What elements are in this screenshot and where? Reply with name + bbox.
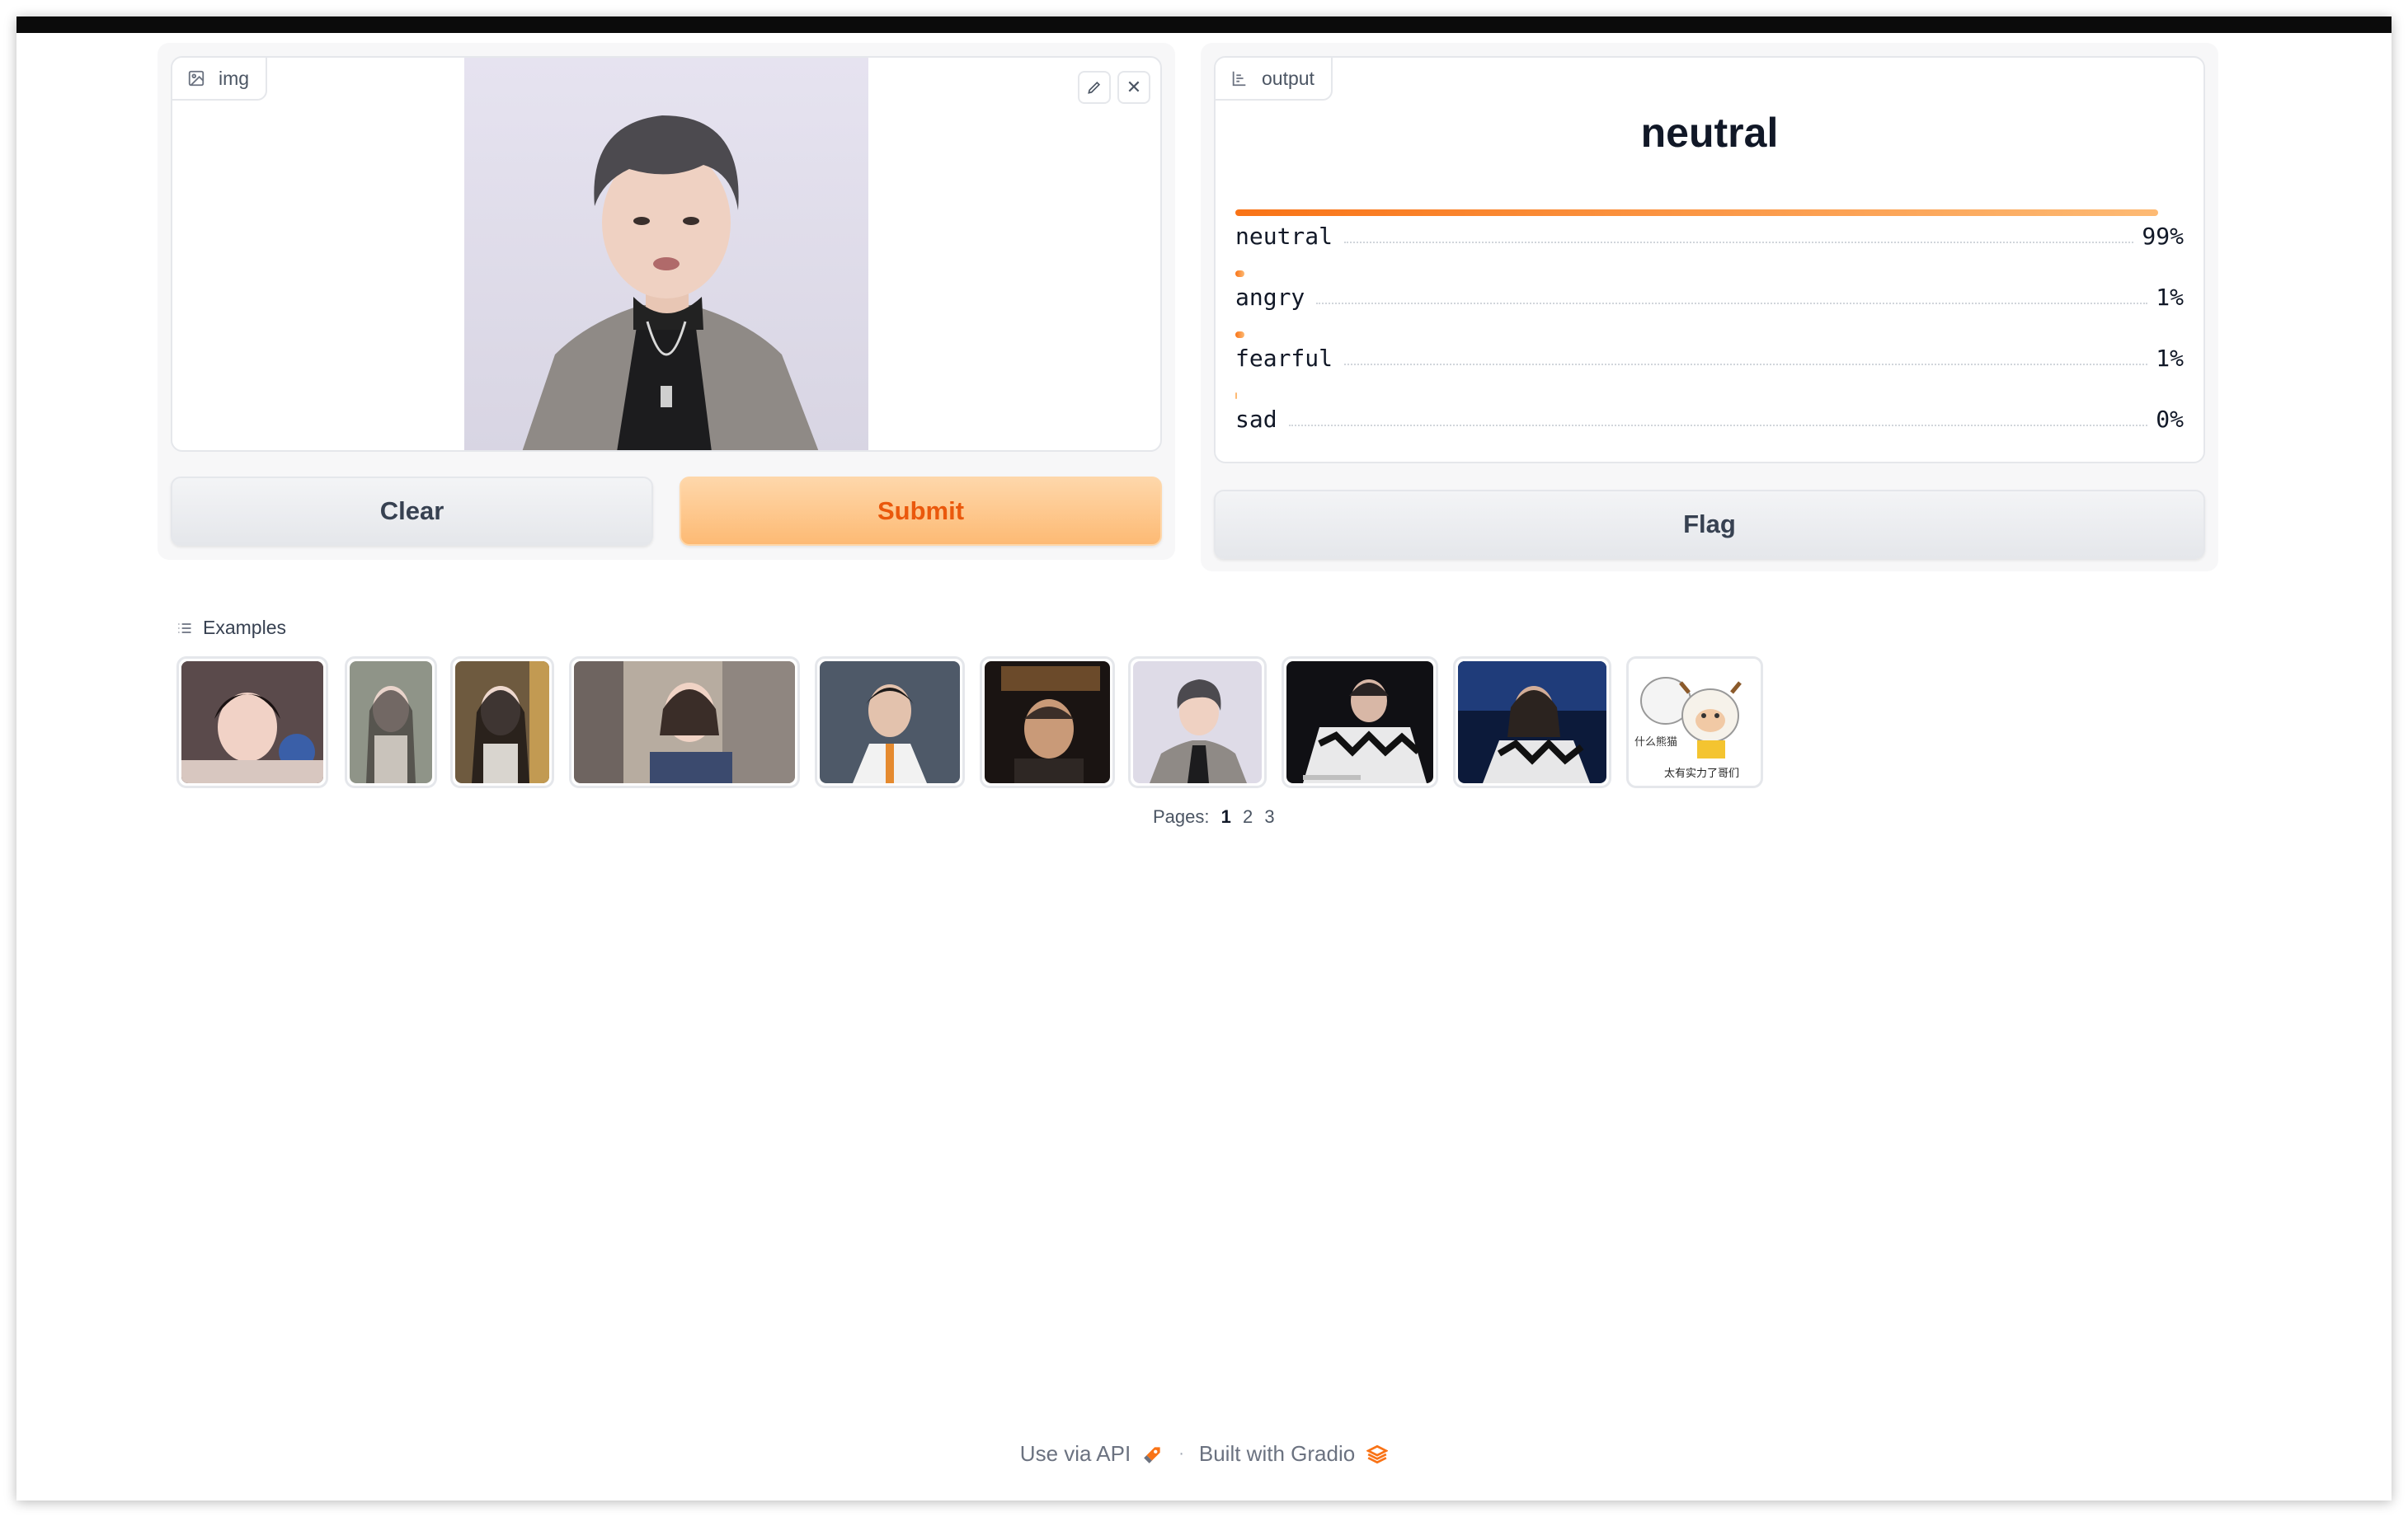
confidence-item: sad 0% — [1235, 392, 2184, 453]
built-with-gradio-link[interactable]: Built with Gradio — [1198, 1441, 1389, 1467]
built-with-gradio-text: Built with Gradio — [1198, 1441, 1356, 1466]
image-input[interactable]: img ✕ — [171, 56, 1162, 452]
pencil-icon — [1088, 81, 1101, 94]
confidence-label: sad — [1235, 406, 1277, 433]
confidence-list: neutral 99% angry 1% fearful 1% sad 0% — [1235, 209, 2184, 453]
remove-image-button[interactable]: ✕ — [1117, 71, 1150, 104]
output-label: output — [1216, 58, 1333, 101]
page-link-2[interactable]: 2 — [1243, 806, 1253, 827]
example-thumbnail[interactable] — [450, 656, 554, 788]
confidence-row: neutral 99% — [1235, 223, 2184, 250]
image-icon — [188, 70, 205, 87]
clear-button[interactable]: Clear — [171, 477, 653, 546]
output-panel: output neutral neutral 99% angry 1% fearful 1… — [1201, 43, 2218, 571]
examples-heading-text: Examples — [203, 617, 286, 638]
confidence-value: 0% — [2156, 406, 2184, 433]
close-icon: ✕ — [1126, 77, 1142, 97]
confidence-row: sad 0% — [1235, 406, 2184, 433]
window-top-bar — [16, 16, 2392, 33]
example-thumbnail[interactable] — [1282, 656, 1438, 788]
example-thumbnail[interactable] — [176, 656, 328, 788]
output-label-text: output — [1262, 67, 1315, 89]
predicted-label: neutral — [1640, 110, 1779, 156]
confidence-bar — [1235, 331, 1245, 338]
confidence-row: fearful 1% — [1235, 345, 2184, 372]
edit-image-button[interactable] — [1078, 71, 1111, 104]
dotted-leader — [1344, 364, 2148, 365]
label-chart-icon — [1232, 71, 1246, 87]
meme-bottom-caption: 太有实力了哥们 — [1664, 768, 1739, 780]
list-icon — [178, 622, 191, 633]
confidence-row: angry 1% — [1235, 284, 2184, 311]
confidence-bar — [1235, 270, 1245, 277]
image-input-label: img — [172, 58, 268, 101]
use-via-api-text: Use via API — [1019, 1441, 1131, 1466]
image-input-label-text: img — [219, 67, 250, 89]
example-thumbnail[interactable] — [1128, 656, 1267, 788]
input-panel: img ✕ Clear Submit — [158, 43, 1175, 560]
use-via-api-link[interactable]: Use via API — [1020, 1441, 1164, 1467]
pages-label: Pages: — [1153, 806, 1210, 827]
meme-top-caption: 什么熊猫 — [1634, 735, 1677, 749]
confidence-value: 1% — [2156, 284, 2184, 311]
confidence-item: fearful 1% — [1235, 331, 2184, 392]
confidence-item: angry 1% — [1235, 270, 2184, 331]
confidence-bar — [1235, 392, 1237, 399]
page-link-3[interactable]: 3 — [1264, 806, 1274, 827]
uploaded-image — [464, 58, 868, 450]
example-thumbnail[interactable] — [569, 656, 800, 788]
example-thumbnail[interactable] — [980, 656, 1115, 788]
confidence-value: 99% — [2142, 223, 2184, 250]
confidence-label: fearful — [1235, 345, 1333, 372]
footer: Use via API · Built with Gradio — [0, 1441, 2408, 1467]
confidence-label: neutral — [1235, 223, 1333, 250]
example-thumbnail[interactable] — [1453, 656, 1611, 788]
confidence-bar — [1235, 209, 2158, 216]
rocket-icon — [1144, 1446, 1160, 1463]
gradio-logo-icon — [1366, 1444, 1389, 1463]
dotted-leader — [1316, 303, 2148, 304]
confidence-value: 1% — [2156, 345, 2184, 372]
examples-heading: Examples — [176, 617, 286, 639]
dotted-leader — [1344, 242, 2134, 243]
example-thumbnail[interactable] — [345, 656, 437, 788]
page-link-1[interactable]: 1 — [1221, 806, 1231, 827]
example-thumbnail[interactable]: 什么熊猫 太有实力了哥们 — [1626, 656, 1763, 788]
label-output: output neutral neutral 99% angry 1% fearful 1… — [1214, 56, 2205, 463]
flag-button[interactable]: Flag — [1214, 490, 2205, 559]
confidence-item: neutral 99% — [1235, 209, 2184, 270]
footer-separator: · — [1178, 1444, 1184, 1463]
dotted-leader — [1288, 425, 2148, 426]
pagination: Pages: 1 2 3 — [1153, 806, 1275, 828]
confidence-label: angry — [1235, 284, 1305, 311]
submit-button[interactable]: Submit — [680, 477, 1162, 546]
example-thumbnail[interactable] — [815, 656, 965, 788]
